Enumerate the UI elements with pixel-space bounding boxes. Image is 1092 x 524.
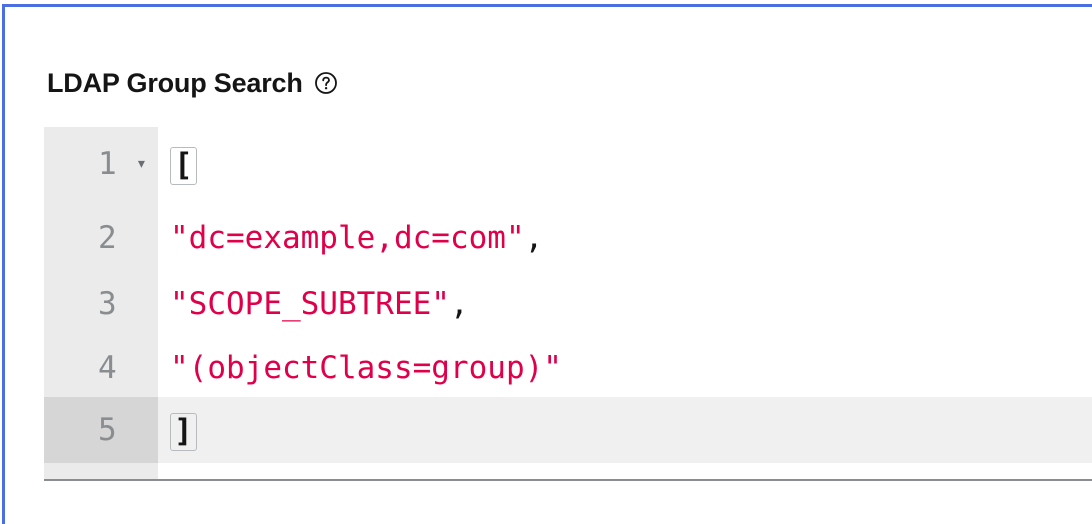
code-text[interactable]: "dc=example,dc=com", (158, 205, 1092, 271)
line-number: 4 (98, 350, 117, 386)
code-line-5-active[interactable]: 5 ] (44, 397, 1092, 463)
code-line-2[interactable]: 2 "dc=example,dc=com", (44, 205, 1092, 271)
close-bracket: ] (170, 412, 197, 451)
code-line-4[interactable]: 4 "(objectClass=group)" (44, 335, 1092, 401)
string-token: "dc=example,dc=com" (170, 220, 525, 256)
line-number: 3 (98, 286, 117, 322)
comma-token: , (524, 220, 544, 256)
question-circle-icon[interactable] (313, 70, 339, 96)
code-text[interactable]: "(objectClass=group)" (158, 335, 1092, 401)
string-token: "SCOPE_SUBTREE" (170, 286, 450, 322)
string-token: "(objectClass=group)" (170, 350, 562, 386)
line-number: 2 (98, 220, 117, 256)
comma-token: , (449, 286, 469, 322)
code-text[interactable]: "SCOPE_SUBTREE", (158, 271, 1092, 337)
field-label-row: LDAP Group Search (47, 63, 339, 103)
line-number: 5 (44, 397, 158, 463)
code-text[interactable]: [ (158, 131, 1092, 197)
code-line-3[interactable]: 3 "SCOPE_SUBTREE", (44, 271, 1092, 337)
json-code-editor[interactable]: 1 ▾ [ 2 "dc=example,dc=com", 3 "SCOPE_SU… (44, 127, 1092, 481)
field-label: LDAP Group Search (47, 67, 303, 98)
code-text[interactable]: ] (158, 397, 1092, 463)
code-line-1[interactable]: 1 ▾ [ (44, 131, 1092, 197)
fold-toggle-icon[interactable]: ▾ (136, 131, 147, 197)
open-bracket: [ (170, 146, 197, 185)
